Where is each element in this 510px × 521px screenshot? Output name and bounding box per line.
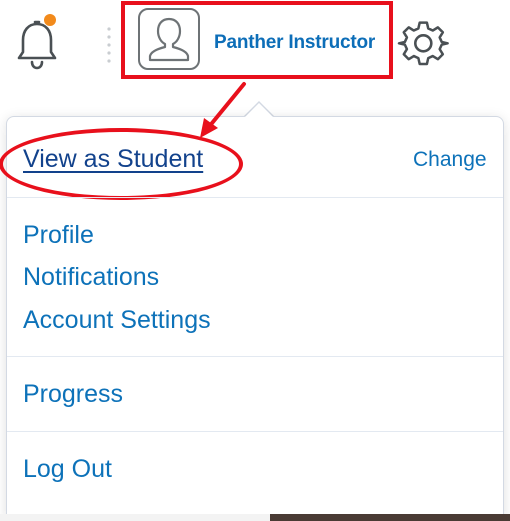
notification-badge	[44, 14, 56, 26]
notifications-button[interactable]	[14, 18, 60, 72]
menu-item-progress[interactable]: Progress	[23, 380, 123, 409]
menu-item-profile[interactable]: Profile	[23, 221, 94, 250]
background-page-strip	[0, 514, 510, 521]
annotation-highlight-rectangle	[121, 1, 393, 79]
change-link[interactable]: Change	[413, 148, 487, 172]
gear-icon	[397, 21, 449, 66]
menu-item-account-settings[interactable]: Account Settings	[23, 306, 211, 335]
dropdown-divider	[7, 431, 503, 432]
page: Panther Instructor View as Student Chang…	[0, 0, 510, 521]
annotation-arrow	[200, 82, 246, 138]
bell-icon	[17, 20, 57, 70]
menu-item-notifications[interactable]: Notifications	[23, 263, 159, 292]
dropdown-divider	[7, 356, 503, 357]
menu-item-log-out[interactable]: Log Out	[23, 455, 112, 484]
settings-button[interactable]	[396, 18, 450, 72]
dropdown-divider	[7, 197, 503, 198]
header-separator	[107, 27, 111, 63]
